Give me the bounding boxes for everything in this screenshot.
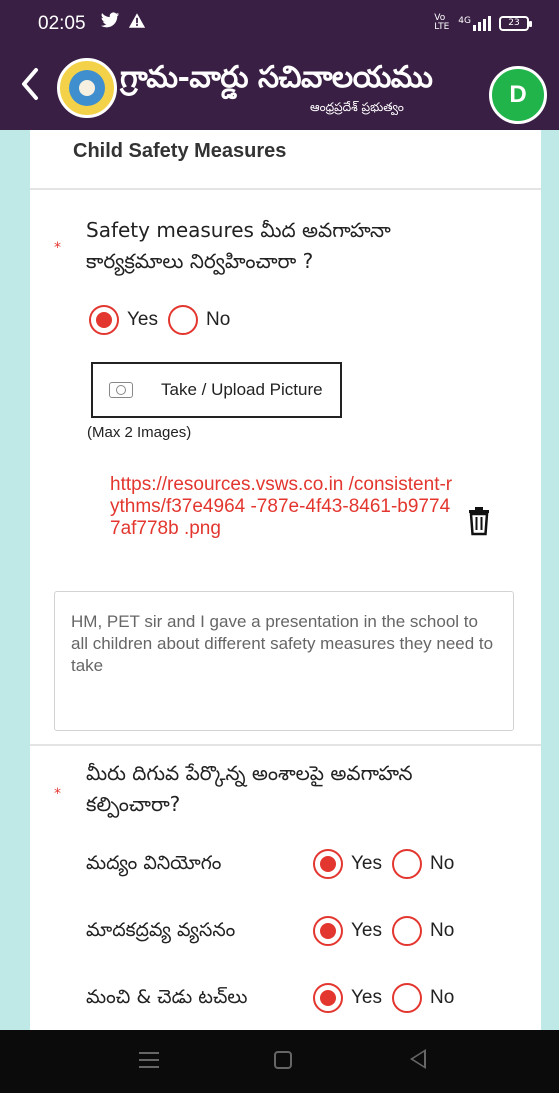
signal-icon: 4G xyxy=(458,15,491,31)
awareness-row-label: మద్యం వినియోగం xyxy=(86,852,222,874)
question-1-options: Yes No xyxy=(89,305,240,335)
volte-indicator: Vo LTE xyxy=(434,13,450,32)
radio-yes-label: Yes xyxy=(351,920,382,941)
divider xyxy=(30,188,541,190)
app-subtitle: ఆంధ్రప్రదేశ్ ప్రభుత్వం xyxy=(310,100,404,114)
awareness-row-options: Yes No xyxy=(313,983,464,1013)
section-title: Child Safety Measures xyxy=(73,140,287,162)
back-button[interactable] xyxy=(18,66,42,109)
radio-yes[interactable] xyxy=(313,916,343,946)
radio-yes[interactable] xyxy=(89,305,119,335)
radio-no-label: No xyxy=(206,309,231,330)
radio-no[interactable] xyxy=(392,849,422,879)
radio-no-label: No xyxy=(430,853,455,874)
required-mark: * xyxy=(54,240,61,256)
app-title: గ్రామ-వార్డు సచివాలయము xyxy=(120,60,433,95)
radio-no[interactable] xyxy=(168,305,198,335)
camera-icon xyxy=(109,382,133,398)
battery-icon: 23 xyxy=(499,15,532,31)
awareness-row-options: Yes No xyxy=(313,849,464,879)
delete-icon[interactable] xyxy=(466,506,492,536)
upload-picture-label: Take / Upload Picture xyxy=(161,380,323,399)
comment-textarea[interactable]: HM, PET sir and I gave a presentation in… xyxy=(54,591,514,731)
system-nav-bar xyxy=(0,1030,559,1093)
radio-no-label: No xyxy=(430,920,455,941)
awareness-row-options: Yes No xyxy=(313,916,464,946)
status-time: 02:05 xyxy=(38,13,86,34)
uploaded-image-link[interactable]: https://resources.vsws.co.in /consistent… xyxy=(110,474,460,540)
upload-picture-button[interactable]: Take / Upload Picture xyxy=(91,362,342,418)
radio-yes-label: Yes xyxy=(351,853,382,874)
radio-no-label: No xyxy=(430,987,455,1008)
radio-no[interactable] xyxy=(392,983,422,1013)
required-mark: * xyxy=(54,786,61,802)
radio-yes-label: Yes xyxy=(351,987,382,1008)
radio-yes[interactable] xyxy=(313,983,343,1013)
awareness-row-label: మాదకద్రవ్య వ్యసనం xyxy=(86,919,236,941)
government-logo xyxy=(57,58,117,118)
awareness-row-label: మంచి & చెడు టచ్‌లు xyxy=(86,986,248,1008)
back-icon[interactable] xyxy=(410,1049,426,1069)
avatar[interactable]: D xyxy=(489,66,547,124)
divider xyxy=(30,744,541,746)
question-1-label: Safety measures మీద అవగాహనా కార్యక్రమాలు… xyxy=(86,218,391,273)
home-icon[interactable] xyxy=(274,1051,292,1069)
app-header: గ్రామ-వార్డు సచివాలయము ఆంధ్రప్రదేశ్ ప్రభ… xyxy=(0,50,559,130)
radio-yes[interactable] xyxy=(313,849,343,879)
warning-icon xyxy=(128,12,146,34)
chevron-left-icon xyxy=(22,68,38,100)
twitter-icon xyxy=(100,12,120,34)
radio-yes-label: Yes xyxy=(127,309,158,330)
menu-icon[interactable] xyxy=(139,1052,159,1068)
question-2-label: మీరు దిగువ పేర్కొన్న అంశాలపై అవగాహన కల్ప… xyxy=(86,761,413,816)
status-bar: 02:05 Vo LTE 4G 23 xyxy=(0,0,559,50)
radio-no[interactable] xyxy=(392,916,422,946)
max-images-note: (Max 2 Images) xyxy=(87,424,192,441)
